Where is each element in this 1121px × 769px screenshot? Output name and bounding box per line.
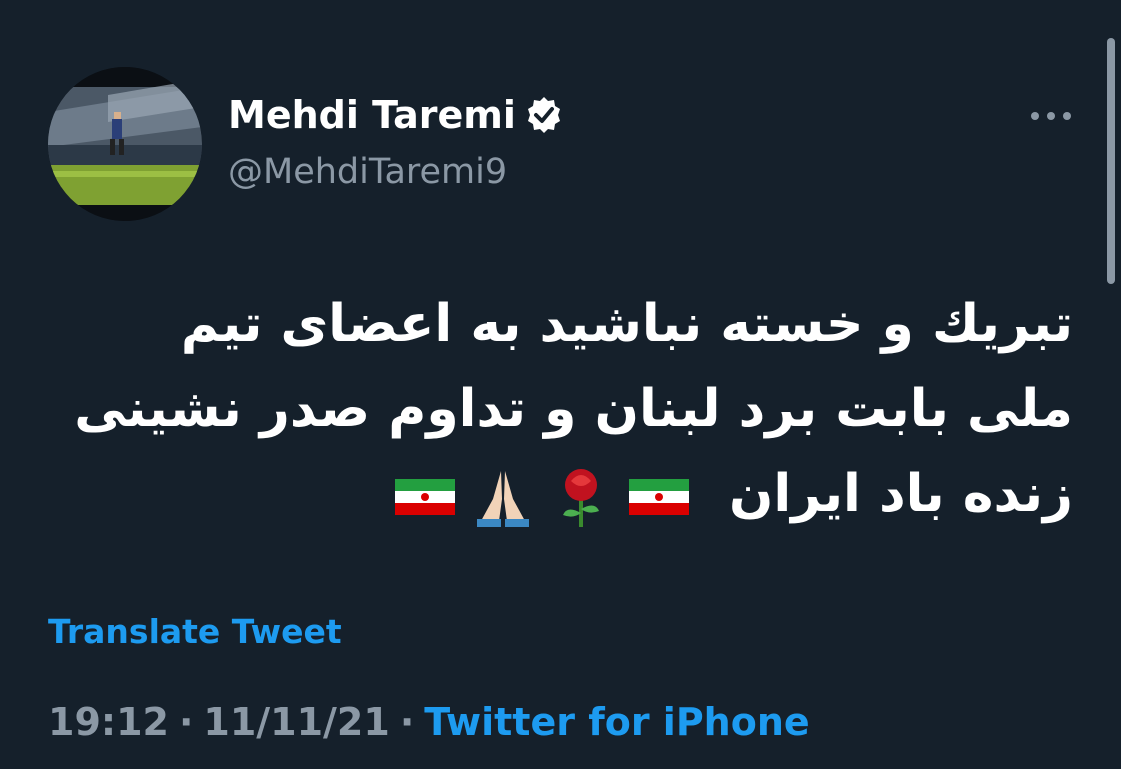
tweet-text-line-2: ملی بابت برد لبنان و تداوم صدر نشینی [74,379,1073,439]
separator-dot: · [399,700,415,744]
author-handle[interactable]: @MehdiTaremi9 [228,152,507,192]
author-display-name[interactable]: Mehdi Taremi [228,93,564,137]
tweet-text-line-1: تبريك و خسته نباشيد به اعضای تیم [180,294,1073,354]
rose-emoji [549,465,613,529]
scrollbar[interactable] [1107,38,1115,284]
iran-flag-emoji [393,465,457,529]
tweet-source-link[interactable]: Twitter for iPhone [424,700,809,744]
avatar[interactable] [48,67,202,221]
tweet-time: 19:12 [48,700,169,744]
translate-tweet-link[interactable]: Translate Tweet [48,612,342,651]
author-name-text: Mehdi Taremi [228,93,516,137]
avatar-image [48,67,202,221]
tweet-text: تبريك و خسته نباشيد به اعضای تیم ملی باب… [60,282,1073,537]
iran-flag-emoji [627,465,691,529]
tweet-text-line-3: زنده باد ایران [60,452,1073,537]
verified-badge-icon [524,95,564,135]
tweet-date: 11/11/21 [203,700,390,744]
folded-hands-emoji [471,465,535,529]
emoji-row [393,465,691,529]
tweet-text-line-3-text: زنده باد ایران [728,464,1073,524]
separator-dot: · [178,700,194,744]
tweet-metadata: 19:12 · 11/11/21 · Twitter for iPhone [48,700,810,744]
more-options-icon[interactable] [1028,106,1074,126]
tweet-detail-view: Mehdi Taremi @MehdiTaremi9 تبريك و خسته … [0,0,1121,769]
